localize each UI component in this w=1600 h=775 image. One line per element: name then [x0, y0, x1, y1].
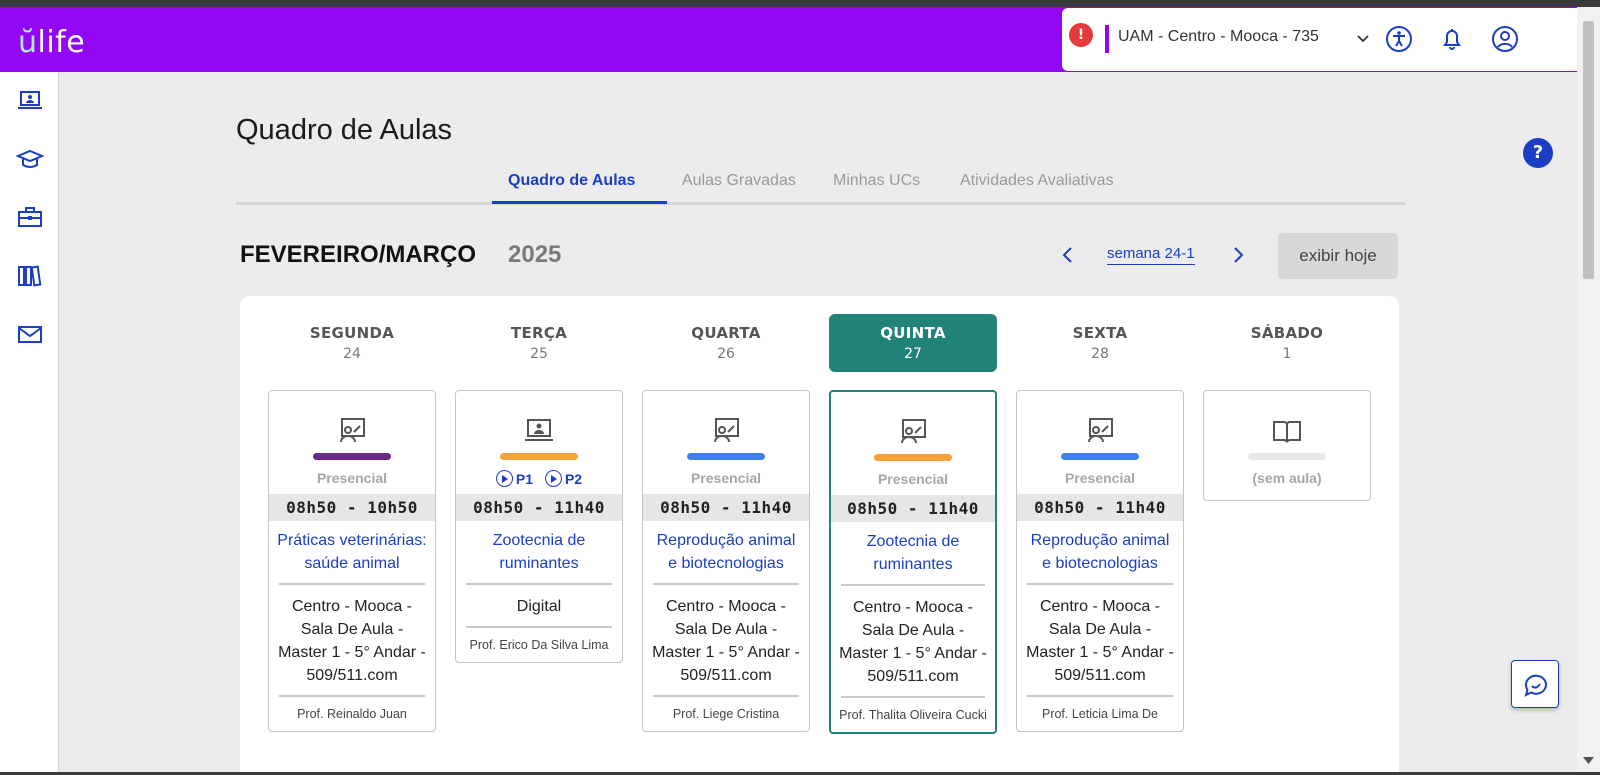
show-today-button[interactable]: exibir hoje [1278, 233, 1398, 279]
unit-selector-card: ! UAM - Centro - Mooca - 735 [1062, 8, 1577, 71]
laptop-presenter-icon [525, 419, 553, 441]
month-label: FEVEREIRO/MARÇO [240, 241, 477, 268]
tab-minhas-ucs[interactable]: Minhas UCs [833, 172, 920, 190]
course-color-bar [687, 453, 765, 460]
classroom-presenter-icon [714, 418, 739, 443]
class-room: Centro - Mooca - Sala De Aula - Master 1… [652, 598, 800, 684]
accessibility-icon[interactable] [1384, 24, 1414, 54]
course-color-bar [313, 453, 391, 460]
class-professor: Prof. Thalita Oliveira Cucki [839, 708, 987, 722]
day-header-quinta[interactable]: QUINTA 27 [829, 314, 997, 372]
sidebar [0, 72, 59, 775]
browser-top-strip [0, 0, 1600, 7]
scrollbar-thumb[interactable] [1583, 21, 1594, 279]
class-subject-link[interactable]: Reprodução animal e biotecnologias [643, 521, 809, 583]
class-mode: Presencial [316, 470, 388, 486]
open-book-icon [1273, 421, 1301, 443]
tab-aulas-gravadas[interactable]: Aulas Gravadas [682, 172, 796, 190]
class-professor: Prof. Reinaldo Juan [297, 707, 407, 721]
class-subject-link[interactable]: Zootecnia de ruminantes [831, 522, 995, 584]
chat-bubble-icon [1524, 674, 1547, 697]
day-header-sexta[interactable]: SEXTA 28 [1016, 314, 1184, 372]
class-mode: Presencial [1064, 470, 1136, 486]
class-room: Centro - Mooca - Sala De Aula - Master 1… [278, 598, 426, 684]
class-card[interactable]: Presencial 08h50 - 11h40 Reprodução anim… [1016, 390, 1184, 732]
course-color-bar [1061, 453, 1139, 460]
class-card[interactable]: P1 P2 08h50 - 11h40 Zootecnia de ruminan… [455, 390, 623, 663]
p2-badge[interactable]: P2 [544, 470, 582, 487]
day-header-segunda[interactable]: SEGUNDA 24 [268, 314, 436, 372]
class-time: 08h50 - 10h50 [269, 494, 435, 521]
day-header-sabado[interactable]: SÁBADO 1 [1203, 314, 1371, 372]
play-circle-icon [544, 470, 562, 487]
class-card[interactable]: Presencial 08h50 - 10h50 Práticas veteri… [268, 390, 436, 732]
play-circle-icon [495, 470, 513, 487]
unit-accent-bar [1105, 25, 1109, 53]
tab-quadro-de-aulas[interactable]: Quadro de Aulas [508, 172, 635, 190]
p1-badge[interactable]: P1 [495, 470, 533, 487]
class-room: Digital [516, 598, 562, 615]
active-tab-indicator [492, 201, 667, 204]
info-alert-icon[interactable]: ! [1069, 23, 1093, 47]
chevron-down-icon[interactable] [1356, 32, 1370, 46]
classroom-presenter-icon [1088, 418, 1113, 443]
course-color-bar [500, 453, 578, 460]
user-circle-icon[interactable] [1490, 24, 1520, 54]
class-time: 08h50 - 11h40 [643, 494, 809, 521]
graduation-cap-icon[interactable] [16, 145, 44, 173]
chat-button[interactable] [1511, 660, 1559, 708]
class-subject-link[interactable]: Práticas veterinárias: saúde animal [269, 521, 435, 583]
class-professor: Prof. Leticia Lima De [1041, 707, 1159, 721]
laptop-icon[interactable] [16, 86, 44, 114]
ulife-logo[interactable]: ŭlife [18, 25, 85, 60]
class-subject-link[interactable]: Zootecnia de ruminantes [456, 521, 622, 583]
day-header-terca[interactable]: TERÇA 25 [455, 314, 623, 372]
books-icon[interactable] [16, 262, 44, 290]
week-label[interactable]: semana 24-1 [1107, 245, 1195, 265]
class-mode: Presencial [690, 470, 762, 486]
day-header-quarta[interactable]: QUARTA 26 [642, 314, 810, 372]
classroom-presenter-icon [901, 419, 926, 444]
briefcase-icon[interactable] [16, 203, 44, 231]
class-time: 08h50 - 11h40 [1017, 494, 1183, 521]
schedule-board: SEGUNDA 24 TERÇA 25 QUARTA 26 QUINTA 27 SEXT… [240, 296, 1399, 775]
class-subject-link[interactable]: Reprodução animal e biotecnologias [1017, 521, 1183, 583]
previous-week-chevron-icon[interactable] [1060, 245, 1076, 265]
next-week-chevron-icon[interactable] [1230, 245, 1246, 265]
mail-icon[interactable] [16, 320, 44, 348]
classroom-presenter-icon [340, 418, 365, 443]
page-title: Quadro de Aulas [236, 114, 453, 146]
bell-icon[interactable] [1437, 24, 1467, 54]
class-professor: Prof. Liege Cristina [672, 707, 780, 721]
tab-bar: Quadro de Aulas Aulas Gravadas Minhas UC… [236, 165, 1405, 205]
course-color-bar [874, 454, 952, 461]
class-professor: Prof. Erico Da Silva Lima [469, 638, 609, 652]
class-room: Centro - Mooca - Sala De Aula - Master 1… [839, 599, 987, 685]
class-card[interactable]: Presencial 08h50 - 11h40 Reprodução anim… [642, 390, 810, 732]
class-time: 08h50 - 11h40 [831, 495, 995, 522]
class-time: 08h50 - 11h40 [456, 494, 622, 521]
class-room: Centro - Mooca - Sala De Aula - Master 1… [1026, 598, 1174, 684]
class-card-today[interactable]: Presencial 08h50 - 11h40 Zootecnia de ru… [829, 390, 997, 734]
year-label: 2025 [508, 241, 562, 268]
unit-selector[interactable]: UAM - Centro - Mooca - 735 [1118, 28, 1319, 46]
assessment-badges: P1 P2 [456, 470, 622, 494]
tab-atividades-avaliativas[interactable]: Atividades Avaliativas [960, 172, 1114, 190]
no-class-label: (sem aula) [1252, 470, 1322, 486]
help-button[interactable]: ? [1523, 138, 1553, 168]
scroll-down-arrow-icon[interactable] [1583, 757, 1594, 765]
no-class-card: (sem aula) [1203, 390, 1371, 501]
class-mode: Presencial [877, 471, 949, 487]
course-color-bar [1248, 453, 1326, 460]
page-scrollbar[interactable] [1577, 7, 1600, 775]
